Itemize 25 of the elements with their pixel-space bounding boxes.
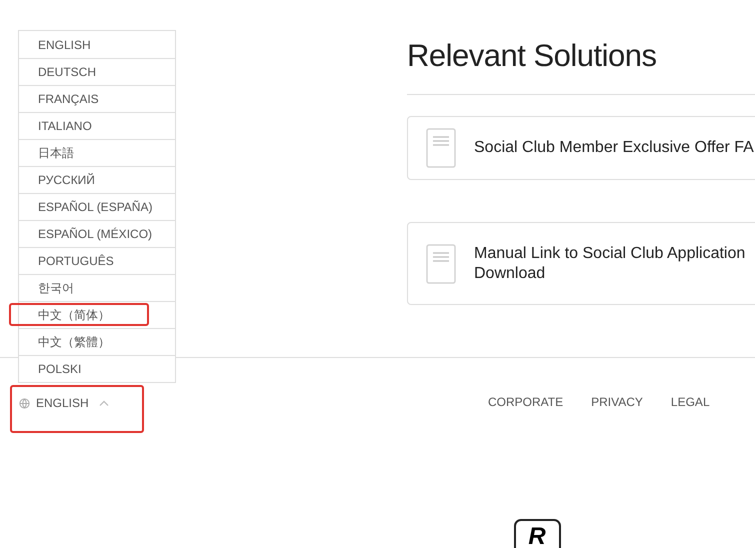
language-option[interactable]: ITALIANO: [19, 112, 175, 139]
language-option[interactable]: РУССКИЙ: [19, 166, 175, 193]
document-icon: [426, 244, 456, 284]
language-option[interactable]: 한국어: [19, 274, 175, 301]
logo[interactable]: R: [514, 519, 560, 548]
document-icon: [426, 128, 456, 168]
footer-link[interactable]: PRIVACY: [591, 395, 643, 433]
chevron-up-icon: [98, 400, 109, 406]
page-title: Relevant Solutions: [407, 38, 658, 74]
language-option[interactable]: POLSKI: [19, 355, 175, 382]
footer-link[interactable]: CORPORATE: [488, 395, 564, 433]
article-card[interactable]: Manual Link to Social Club Application Download: [407, 222, 755, 305]
language-option[interactable]: FRANÇAIS: [19, 85, 175, 112]
language-selector[interactable]: ENGLISH: [10, 385, 144, 433]
language-option[interactable]: 中文（简体）: [19, 301, 175, 328]
language-option[interactable]: PORTUGUÊS: [19, 247, 175, 274]
language-option[interactable]: ENGLISH: [19, 31, 175, 58]
footer-link[interactable]: LEGAL: [670, 395, 710, 433]
language-option[interactable]: 中文（繁體）: [19, 328, 175, 355]
language-option[interactable]: 日本語: [19, 139, 175, 166]
article-card[interactable]: Social Club Member Exclusive Offer FA: [407, 116, 755, 180]
language-option[interactable]: ESPAÑOL (MÉXICO): [19, 220, 175, 247]
globe-icon: [19, 398, 30, 409]
language-option[interactable]: ESPAÑOL (ESPAÑA): [19, 193, 175, 220]
language-option[interactable]: DEUTSCH: [19, 58, 175, 85]
